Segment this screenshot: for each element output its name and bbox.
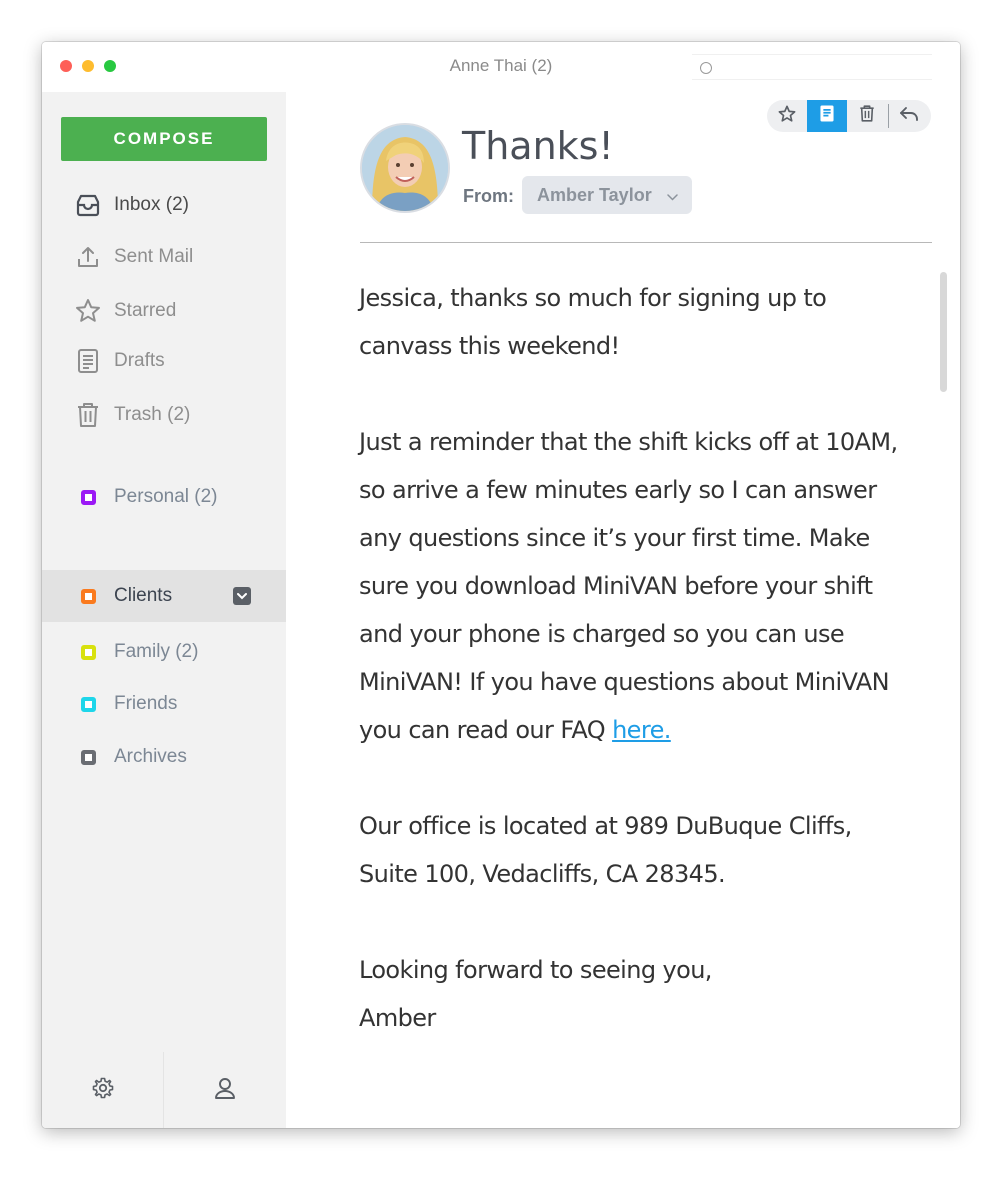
- settings-button[interactable]: [42, 1052, 163, 1128]
- sidebar-item-label: Clients: [114, 585, 173, 606]
- sidebar-item-label: Starred: [114, 300, 177, 321]
- sidebar-item-label: Archives: [114, 746, 187, 767]
- account-button[interactable]: [164, 1052, 285, 1128]
- scrollbar-thumb[interactable]: [940, 272, 947, 392]
- star-icon: [74, 297, 102, 325]
- signature: Amber: [359, 1004, 436, 1032]
- message-toolbar: [767, 100, 931, 132]
- sidebar-label-family[interactable]: Family (2): [42, 632, 286, 672]
- sidebar-item-inbox[interactable]: Inbox (2): [42, 185, 286, 225]
- star-button[interactable]: [767, 100, 807, 132]
- sidebar-item-label: Sent Mail: [114, 246, 194, 267]
- delete-button[interactable]: [847, 100, 887, 132]
- chevron-down-icon[interactable]: [233, 587, 251, 605]
- upload-icon: [74, 243, 102, 271]
- reply-icon: [899, 106, 919, 127]
- body-paragraph: Just a reminder that the shift kicks off…: [359, 418, 899, 754]
- sidebar-item-label: Trash (2): [114, 404, 191, 425]
- user-icon: [214, 1076, 236, 1105]
- message-pane: Thanks! From: Amber Taylor Jessica, than…: [286, 92, 960, 1128]
- sidebar-label-archives[interactable]: Archives: [42, 737, 286, 777]
- body-paragraph: Our office is located at 989 DuBuque Cli…: [359, 812, 852, 888]
- sidebar-label-clients[interactable]: Clients: [42, 570, 286, 622]
- star-icon: [778, 105, 796, 128]
- gear-icon: [91, 1076, 115, 1105]
- label-color-swatch: [81, 489, 96, 505]
- sidebar-item-label: Family (2): [114, 641, 199, 662]
- compose-button[interactable]: COMPOSE: [61, 117, 267, 161]
- document-icon: [819, 104, 835, 128]
- chevron-down-icon: [667, 188, 678, 206]
- document-icon: [74, 347, 102, 375]
- label-color-swatch: [81, 644, 96, 660]
- sidebar-label-friends[interactable]: Friends: [42, 684, 286, 724]
- label-color-swatch: [81, 588, 96, 604]
- sidebar-item-drafts[interactable]: Drafts: [42, 341, 286, 381]
- faq-link[interactable]: here.: [612, 716, 671, 744]
- inbox-icon: [74, 191, 102, 219]
- sidebar-item-sent-mail[interactable]: Sent Mail: [42, 237, 286, 277]
- sidebar-item-trash[interactable]: Trash (2): [42, 395, 286, 435]
- sender-chip[interactable]: Amber Taylor: [522, 176, 692, 214]
- title-bar: Anne Thai (2): [42, 42, 960, 92]
- reply-button[interactable]: [889, 100, 929, 132]
- trash-icon: [859, 104, 875, 128]
- body-paragraph-text: Just a reminder that the shift kicks off…: [359, 428, 898, 744]
- message-subject: Thanks!: [462, 124, 614, 168]
- search-field[interactable]: [692, 54, 932, 80]
- sidebar-item-label: Personal (2): [114, 486, 218, 507]
- sidebar-item-starred[interactable]: Starred: [42, 291, 286, 331]
- sidebar-label-personal[interactable]: Personal (2): [42, 477, 286, 517]
- body-paragraph: Jessica, thanks so much for signing up t…: [359, 284, 827, 360]
- sidebar: COMPOSE Inbox (2) Sent Mail Starred Draf…: [42, 92, 286, 1128]
- document-button[interactable]: [807, 100, 847, 132]
- trash-icon: [74, 401, 102, 429]
- body-paragraph: Looking forward to seeing you, Amber: [359, 946, 899, 1042]
- sidebar-item-label: Friends: [114, 693, 178, 714]
- mail-window: Anne Thai (2) COMPOSE Inbox (2) Sent Mai…: [42, 42, 960, 1128]
- sidebar-item-label: Inbox (2): [114, 194, 189, 215]
- message-body: Jessica, thanks so much for signing up t…: [359, 274, 899, 1042]
- label-color-swatch: [81, 696, 96, 712]
- sidebar-item-label: Drafts: [114, 350, 165, 371]
- sender-name: Amber Taylor: [537, 185, 652, 205]
- from-label: From:: [463, 186, 514, 206]
- sender-avatar: [360, 123, 450, 213]
- sidebar-footer: [42, 1052, 286, 1128]
- closing-line: Looking forward to seeing you,: [359, 956, 712, 984]
- search-icon: [700, 62, 712, 74]
- header-divider: [360, 242, 932, 243]
- label-color-swatch: [81, 749, 96, 765]
